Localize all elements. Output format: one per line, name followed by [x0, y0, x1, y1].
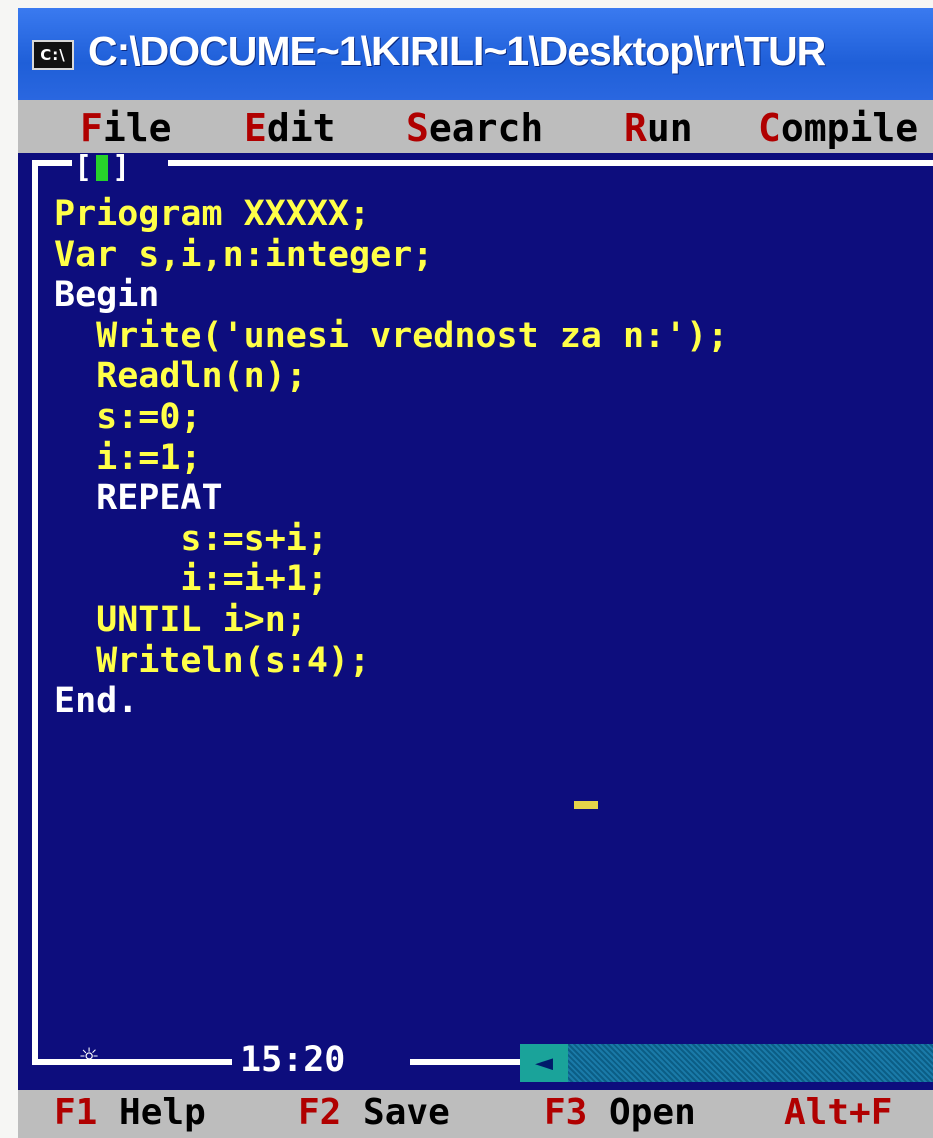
menu-run[interactable]: Run: [624, 106, 693, 150]
alt-f-key-label: Alt+F: [784, 1092, 893, 1133]
code-editor[interactable]: Priogram XXXXX; Var s,i,n:integer; Begin W…: [54, 194, 728, 722]
code-line: Priogram XXXXX;: [54, 194, 371, 234]
close-box-right-bracket: ]: [112, 150, 131, 185]
menu-search[interactable]: Search: [406, 106, 543, 150]
f2-key: F2: [298, 1092, 342, 1133]
menu-run-label: un: [646, 106, 693, 150]
code-line: UNTIL i>n;: [54, 599, 307, 640]
cursor-position: 15:20: [240, 1040, 346, 1080]
menu-run-hotkey: R: [624, 106, 647, 150]
f2-save[interactable]: F2 Save: [298, 1092, 450, 1133]
menu-file-label: ile: [102, 106, 172, 150]
turbo-pascal-ide: File Edit Search Run Compile [] Priogram…: [18, 100, 933, 1138]
status-bar: F1 Help F2 Save F3 Open Alt+F: [18, 1090, 933, 1138]
console-window: C:\ C:\DOCUME~1\KIRILI~1\Desktop\rr\TUR …: [18, 8, 933, 1138]
f3-label: Open: [609, 1092, 696, 1133]
code-line: i:=i+1;: [54, 559, 328, 600]
code-line: Readln(n);: [54, 356, 307, 397]
frame-top-border-right: [168, 160, 933, 166]
menu-edit-hotkey: E: [244, 106, 267, 150]
f1-key: F1: [54, 1092, 98, 1133]
menu-search-hotkey: S: [406, 106, 429, 150]
code-line: i:=1;: [54, 437, 202, 478]
modified-indicator-icon: ☼: [80, 1040, 99, 1075]
f3-open[interactable]: F3 Open: [544, 1092, 696, 1133]
frame-left-border: [32, 160, 38, 1065]
frame-bottom-border: [32, 1059, 232, 1065]
close-box-left-bracket: [: [74, 150, 93, 185]
alt-f-key[interactable]: Alt+F: [784, 1092, 892, 1133]
code-line: Begin: [54, 275, 160, 316]
menu-file[interactable]: File: [80, 106, 172, 150]
code-line: Var s,i,n:integer;: [54, 234, 434, 275]
menu-edit[interactable]: Edit: [244, 106, 336, 150]
code-line: Writeln(s:4);: [54, 640, 371, 681]
frame-top-border: [32, 160, 72, 166]
window-title: C:\DOCUME~1\KIRILI~1\Desktop\rr\TUR: [88, 28, 826, 74]
code-line: s:=0;: [54, 396, 202, 437]
menu-compile[interactable]: Compile: [758, 106, 918, 150]
cmd-icon[interactable]: C:\: [32, 40, 74, 70]
menu-file-hotkey: F: [80, 106, 103, 150]
menu-compile-hotkey: C: [758, 106, 781, 150]
f2-label: Save: [363, 1092, 450, 1133]
close-icon[interactable]: [96, 155, 109, 181]
title-bar[interactable]: C:\ C:\DOCUME~1\KIRILI~1\Desktop\rr\TUR: [18, 8, 933, 102]
menu-compile-label: ompile: [780, 106, 919, 150]
menu-search-label: earch: [428, 106, 544, 150]
frame-bottom-border-mid: [410, 1059, 520, 1065]
scroll-left-arrow-icon[interactable]: ◄: [520, 1044, 568, 1082]
f3-key: F3: [544, 1092, 588, 1133]
close-box[interactable]: []: [74, 150, 130, 185]
code-line: REPEAT: [54, 478, 223, 519]
text-cursor: [574, 801, 598, 809]
f1-help[interactable]: F1 Help: [54, 1092, 206, 1133]
menu-edit-label: dit: [266, 106, 336, 150]
menu-bar: File Edit Search Run Compile: [18, 100, 933, 153]
f1-label: Help: [119, 1092, 206, 1133]
horizontal-scrollbar[interactable]: ◄: [520, 1044, 933, 1082]
code-line: s:=s+i;: [54, 518, 328, 559]
code-line: Write('unesi vrednost za n:');: [54, 315, 729, 356]
code-line: End.: [54, 681, 139, 722]
